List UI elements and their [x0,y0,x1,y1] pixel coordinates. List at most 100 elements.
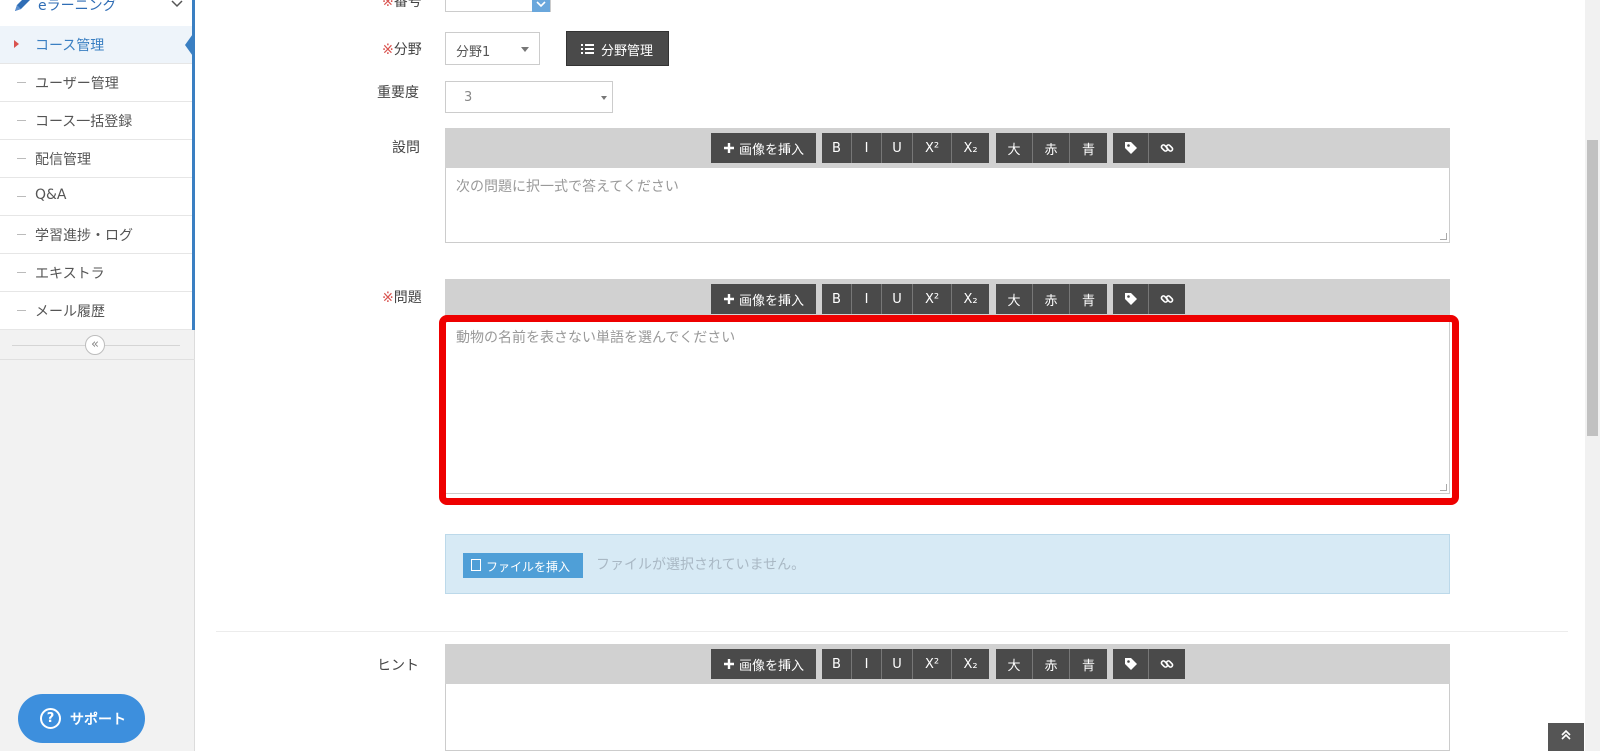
tag-icon [1124,142,1137,154]
toolbar-group-misc [1113,649,1185,679]
sidebar-item-label: ユーザー管理 [35,76,119,92]
insert-image-label: 画像を挿入 [738,142,804,158]
active-notch [185,31,195,59]
sidebar-item-extra[interactable]: エキストラ [0,254,192,292]
file-insert-button[interactable]: ファイルを挿入 [463,553,583,578]
editor-toolbar: 画像を挿入 B I U X² X₂ 大 赤 青 [445,644,1450,684]
required-mark: ※ [382,0,394,10]
toolbar-group-style: 大 赤 青 [996,133,1107,163]
problem-highlight-box [439,315,1459,505]
toolbar-group-insert: 画像を挿入 [711,649,816,679]
link-button[interactable] [1149,284,1185,314]
bold-button[interactable]: B [822,133,852,163]
field-label-text: 分野 [393,42,422,58]
support-label: サポート [70,712,126,728]
importance-select[interactable]: 3 [445,81,613,113]
chevron-down-icon [536,1,546,8]
tree-dash [17,120,26,121]
tree-dash [17,158,26,159]
hint-editor: 画像を挿入 B I U X² X₂ 大 赤 青 [445,644,1450,751]
tree-dash [17,234,26,235]
link-button[interactable] [1149,133,1185,163]
collapse-sidebar-button[interactable]: « [85,335,105,355]
insert-image-button[interactable]: 画像を挿入 [711,284,816,314]
link-icon [1160,295,1174,303]
large-text-button[interactable]: 大 [996,649,1033,679]
field-manage-button[interactable]: 分野管理 [566,31,669,66]
sidebar-item-distribution[interactable]: 配信管理 [0,140,192,178]
field-label: ※分野 [382,39,422,59]
toolbar-group-misc [1113,284,1185,314]
number-select[interactable] [445,0,551,12]
bold-button[interactable]: B [822,649,852,679]
sidebar-item-label: コース一括登録 [35,114,133,130]
subscript-button[interactable]: X₂ [952,133,989,163]
sidebar-collapse-row: « [0,330,195,360]
sidebar-item-mail-history[interactable]: メール履歴 [0,292,192,330]
back-to-top-button[interactable] [1548,723,1584,751]
tag-icon [1124,293,1137,305]
red-text-button[interactable]: 赤 [1033,649,1070,679]
sidebar-item-label: エキストラ [35,266,105,282]
sidebar-item-qa[interactable]: Q&A [0,178,192,216]
superscript-button[interactable]: X² [913,284,952,314]
section-divider [216,631,1568,632]
sidebar-item-label: コース管理 [35,38,105,54]
link-icon [1160,144,1174,152]
tag-button[interactable] [1113,649,1149,679]
insert-image-button[interactable]: 画像を挿入 [711,133,816,163]
blue-text-button[interactable]: 青 [1070,649,1107,679]
support-button[interactable]: ? サポート [18,694,145,743]
large-text-button[interactable]: 大 [996,284,1033,314]
bold-button[interactable]: B [822,284,852,314]
question-icon: ? [40,708,61,729]
hint-textarea[interactable] [445,684,1450,751]
plus-icon [723,143,734,153]
toolbar-group-format: B I U X² X₂ [822,284,989,314]
number-select-toggle[interactable] [532,0,550,12]
blue-text-button[interactable]: 青 [1070,284,1107,314]
italic-button[interactable]: I [852,649,882,679]
required-mark: ※ [382,42,394,58]
sidebar-item-course-bulk-register[interactable]: コース一括登録 [0,102,192,140]
superscript-button[interactable]: X² [913,133,952,163]
list-icon [581,44,594,54]
subscript-button[interactable]: X₂ [952,649,989,679]
required-mark: ※ [382,290,394,306]
sidebar: eラーニング コース管理 ユーザー管理 コース一括登録 配信管理 Q&A 学習進… [0,0,195,751]
red-text-button[interactable]: 赤 [1033,284,1070,314]
large-text-button[interactable]: 大 [996,133,1033,163]
scrollbar-thumb[interactable] [1587,140,1598,436]
italic-button[interactable]: I [852,284,882,314]
red-text-button[interactable]: 赤 [1033,133,1070,163]
underline-button[interactable]: U [882,649,913,679]
underline-button[interactable]: U [882,133,913,163]
sidebar-item-user-management[interactable]: ユーザー管理 [0,64,192,102]
sidebar-item-label: 配信管理 [35,152,91,168]
toolbar-group-style: 大 赤 青 [996,284,1107,314]
tag-button[interactable] [1113,133,1149,163]
problem-label: ※問題 [382,287,422,307]
underline-button[interactable]: U [882,284,913,314]
chevron-down-icon[interactable] [170,0,184,10]
blue-text-button[interactable]: 青 [1070,133,1107,163]
toolbar-group-insert: 画像を挿入 [711,284,816,314]
subscript-button[interactable]: X₂ [952,284,989,314]
sidebar-item-course-management[interactable]: コース管理 [0,26,195,64]
toolbar-group-style: 大 赤 青 [996,649,1107,679]
resize-handle[interactable] [1440,233,1447,240]
field-select-value: 分野1 [456,45,491,60]
tag-button[interactable] [1113,284,1149,314]
sidebar-section-elearning[interactable]: eラーニング [0,0,195,26]
sidebar-menu: コース管理 ユーザー管理 コース一括登録 配信管理 Q&A 学習進捗・ログ エキ… [0,26,195,330]
italic-button[interactable]: I [852,133,882,163]
tree-dash [17,310,26,311]
link-button[interactable] [1149,649,1185,679]
active-marker-icon [14,40,19,48]
toolbar-group-format: B I U X² X₂ [822,133,989,163]
question-textarea[interactable]: 次の問題に択一式で答えてください [445,168,1450,243]
sidebar-item-progress-log[interactable]: 学習進捗・ログ [0,216,192,254]
field-select[interactable]: 分野1 [445,32,540,65]
insert-image-button[interactable]: 画像を挿入 [711,649,816,679]
superscript-button[interactable]: X² [913,649,952,679]
